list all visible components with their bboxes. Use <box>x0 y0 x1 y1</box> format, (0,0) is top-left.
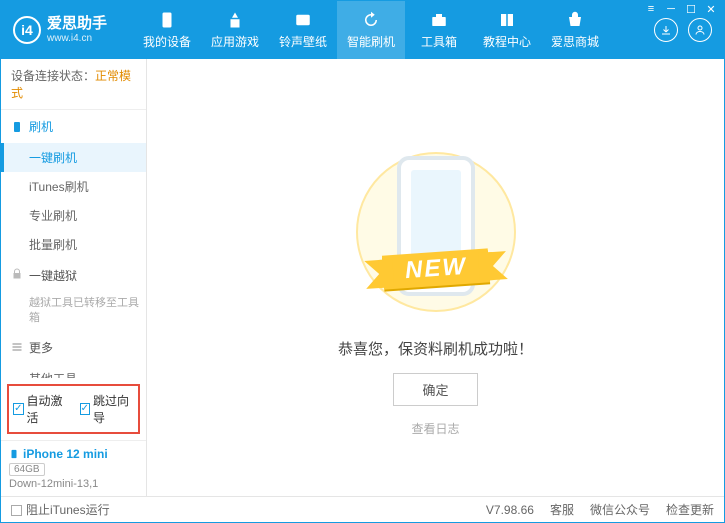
app-url: www.i4.cn <box>47 33 107 44</box>
success-message: 恭喜您，保资料刷机成功啦！ <box>338 338 533 359</box>
checkbox-auto-activate[interactable]: ✓ 自动激活 <box>13 392 68 426</box>
device-panel[interactable]: iPhone 12 mini 64GB Down-12mini-13,1 <box>1 440 146 496</box>
checkbox-skip-guide[interactable]: ✓ 跳过向导 <box>80 392 135 426</box>
sidebar-section-flash[interactable]: 刷机 <box>1 110 146 143</box>
maximize-icon[interactable]: ☐ <box>684 3 698 15</box>
phone-small-icon <box>11 121 23 133</box>
minimize-icon[interactable]: ─ <box>664 3 678 15</box>
sidebar-section-jailbreak[interactable]: 一键越狱 <box>1 259 146 292</box>
toolbox-icon <box>430 11 448 29</box>
sidebar-item-itunes-flash[interactable]: iTunes刷机 <box>29 172 146 201</box>
list-icon <box>11 341 23 353</box>
close-icon[interactable]: ✕ <box>704 3 718 15</box>
refresh-icon <box>362 11 380 29</box>
success-illustration: NEW <box>351 132 521 332</box>
nav-my-device[interactable]: 我的设备 <box>133 1 201 59</box>
menu-icon[interactable]: ≡ <box>644 3 658 15</box>
window-controls: ≡ ─ ☐ ✕ <box>644 3 718 15</box>
download-icon <box>660 24 672 36</box>
book-icon <box>498 11 516 29</box>
skip-guide-label: 跳过向导 <box>93 392 134 426</box>
connection-status: 设备连接状态：正常模式 <box>1 59 146 110</box>
device-icon <box>9 447 19 461</box>
jailbreak-note: 越狱工具已转移至工具箱 <box>29 292 146 331</box>
main-content: NEW 恭喜您，保资料刷机成功啦！ 确定 查看日志 <box>147 59 724 496</box>
sidebar-item-oneclick-flash[interactable]: 一键刷机 <box>1 143 146 172</box>
flash-options-highlight: ✓ 自动激活 ✓ 跳过向导 <box>7 384 140 434</box>
version-label: V7.98.66 <box>486 503 534 517</box>
logo: i4 爱思助手 www.i4.cn <box>13 16 133 44</box>
wallpaper-icon <box>294 11 312 29</box>
header-actions <box>654 18 716 42</box>
app-window: ≡ ─ ☐ ✕ i4 爱思助手 www.i4.cn 我的设备 应用游戏 铃声壁纸 <box>0 0 725 523</box>
nav-toolbox[interactable]: 工具箱 <box>405 1 473 59</box>
device-name: iPhone 12 mini <box>9 447 138 461</box>
device-model: Down-12mini-13,1 <box>9 478 138 490</box>
sidebar-item-other-tools[interactable]: 其他工具 <box>29 364 146 378</box>
store-icon <box>566 11 584 29</box>
footer-bar: 阻止iTunes运行 V7.98.66 客服 微信公众号 检查更新 <box>1 496 724 522</box>
sidebar: 设备连接状态：正常模式 刷机 一键刷机 iTunes刷机 专业刷机 批量刷机 一… <box>1 59 147 496</box>
view-log-link[interactable]: 查看日志 <box>411 420 459 437</box>
ok-button[interactable]: 确定 <box>393 373 477 406</box>
nav-ringtones[interactable]: 铃声壁纸 <box>269 1 337 59</box>
nav-apps[interactable]: 应用游戏 <box>201 1 269 59</box>
top-nav: 我的设备 应用游戏 铃声壁纸 智能刷机 工具箱 教程中心 <box>133 1 609 59</box>
download-button[interactable] <box>654 18 678 42</box>
sidebar-item-batch-flash[interactable]: 批量刷机 <box>29 230 146 259</box>
device-storage: 64GB <box>9 463 45 476</box>
body: 设备连接状态：正常模式 刷机 一键刷机 iTunes刷机 专业刷机 批量刷机 一… <box>1 59 724 496</box>
sidebar-scroll: 刷机 一键刷机 iTunes刷机 专业刷机 批量刷机 一键越狱 越狱工具已转移至… <box>1 110 146 378</box>
lock-icon <box>11 268 23 283</box>
header-bar: ≡ ─ ☐ ✕ i4 爱思助手 www.i4.cn 我的设备 应用游戏 铃声壁纸 <box>1 1 724 59</box>
footer-update[interactable]: 检查更新 <box>666 501 714 518</box>
footer-wechat[interactable]: 微信公众号 <box>590 501 650 518</box>
apps-icon <box>226 11 244 29</box>
nav-smart-flash[interactable]: 智能刷机 <box>337 1 405 59</box>
sidebar-section-more[interactable]: 更多 <box>1 331 146 364</box>
nav-tutorials[interactable]: 教程中心 <box>473 1 541 59</box>
sidebar-item-pro-flash[interactable]: 专业刷机 <box>29 201 146 230</box>
phone-icon <box>158 11 176 29</box>
user-button[interactable] <box>688 18 712 42</box>
footer-service[interactable]: 客服 <box>550 501 574 518</box>
app-title: 爱思助手 <box>47 16 107 33</box>
auto-activate-label: 自动激活 <box>27 392 68 426</box>
logo-icon: i4 <box>13 16 41 44</box>
checkbox-block-itunes[interactable]: 阻止iTunes运行 <box>11 501 110 518</box>
nav-store[interactable]: 爱思商城 <box>541 1 609 59</box>
user-icon <box>694 24 706 36</box>
